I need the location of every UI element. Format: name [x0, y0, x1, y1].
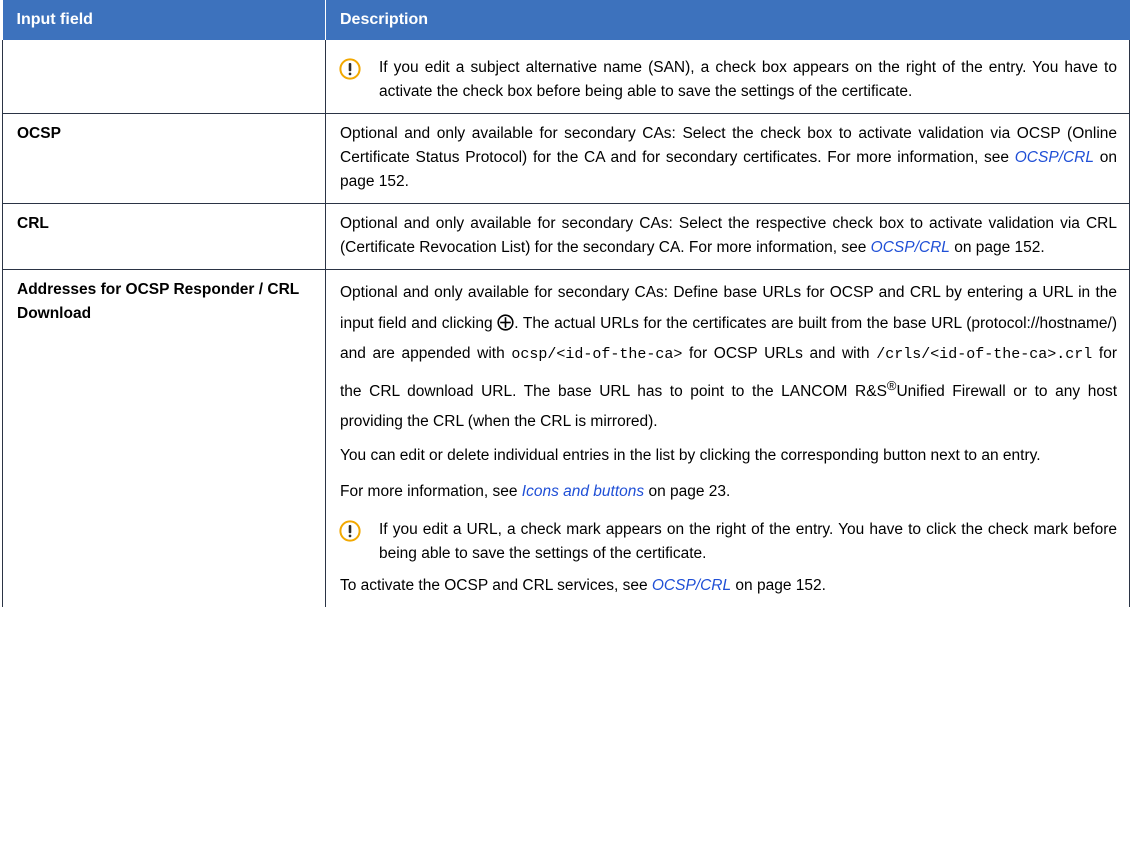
crl-path-code: /crls/<id-of-the-ca>.crl [876, 346, 1093, 363]
note-san: If you edit a subject alternative name (… [339, 56, 1117, 104]
note-text: If you edit a subject alternative name (… [379, 59, 1117, 100]
header-description: Description [325, 0, 1130, 40]
exclamation-circle-icon [339, 58, 361, 80]
ocsp-crl-link[interactable]: OCSP/CRL [871, 239, 950, 256]
row-name-empty [2, 40, 326, 114]
row-name-ocsp: OCSP [2, 113, 326, 204]
table-header: Input field Description [2, 0, 1130, 40]
addr-more-info: For more information, see [340, 482, 522, 500]
table-row-ocsp: OCSP Optional and only available for sec… [2, 113, 1130, 204]
row-description-addresses: Optional and only available for secondar… [325, 269, 1130, 607]
ocsp-crl-link[interactable]: OCSP/CRL [652, 577, 731, 594]
icons-and-buttons-link[interactable]: Icons and buttons [522, 483, 644, 500]
parameter-table: Input field Description If you edit a su… [2, 0, 1130, 607]
row-description-ocsp: Optional and only available for secondar… [325, 113, 1130, 204]
addr-text-3: for OCSP URLs and with [682, 345, 877, 362]
registered-mark: ® [886, 377, 897, 393]
exclamation-circle-icon [339, 520, 361, 542]
circled-plus-icon [497, 313, 514, 331]
crl-page-ref: on page 152. [949, 239, 1045, 256]
note-url: If you edit a URL, a check mark appears … [339, 518, 1117, 566]
table-row-crl: CRL Optional and only available for seco… [2, 203, 1130, 270]
ocsp-path-code: ocsp/<id-of-the-ca> [511, 346, 683, 363]
table-row-addresses: Addresses for OCSP Responder / CRL Downl… [2, 269, 1130, 607]
row-name-addresses: Addresses for OCSP Responder / CRL Downl… [2, 269, 326, 607]
addr-activate-page-ref: on page 152. [731, 576, 826, 594]
row-description-crl: Optional and only available for secondar… [325, 203, 1130, 270]
table-row: If you edit a subject alternative name (… [2, 40, 1130, 114]
note-text: If you edit a URL, a check mark appears … [379, 520, 1117, 562]
addr-page-ref: on page 23. [644, 482, 731, 500]
addr-activate-text: To activate the OCSP and CRL services, s… [340, 576, 652, 594]
row-name-crl: CRL [2, 203, 326, 270]
addr-edit-paragraph: You can edit or delete individual entrie… [340, 446, 1041, 464]
header-input-field: Input field [2, 0, 326, 40]
row-description: If you edit a subject alternative name (… [325, 40, 1130, 114]
ocsp-crl-link[interactable]: OCSP/CRL [1015, 149, 1094, 166]
ocsp-desc-text: Optional and only available for secondar… [340, 125, 1117, 166]
